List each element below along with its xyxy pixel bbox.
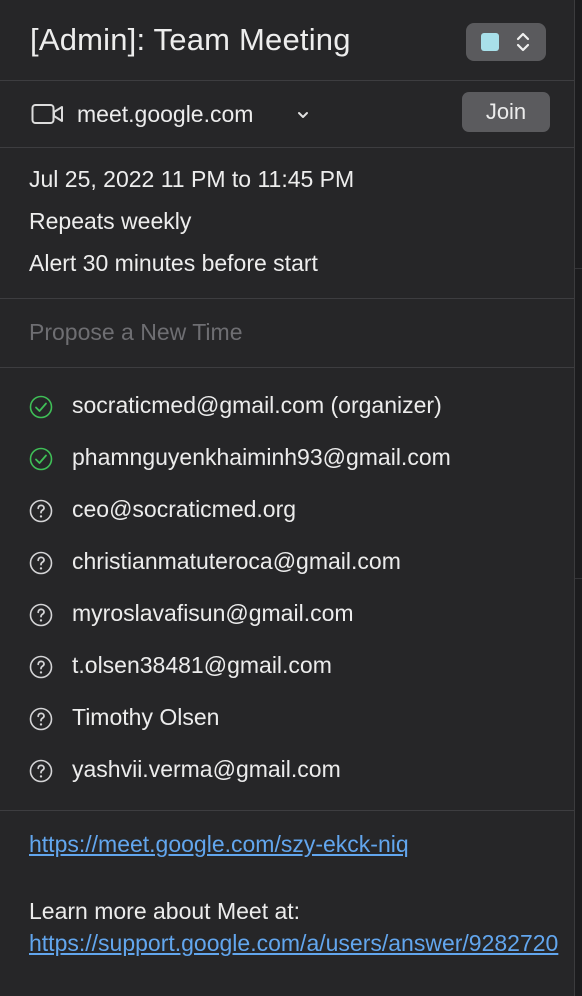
event-details-popover: [Admin]: Team Meeting meet.google.com Jo… [0, 0, 575, 996]
question-mark-icon [29, 707, 53, 731]
learn-more-text: Learn more about Meet at: https://suppor… [29, 895, 558, 959]
propose-section: Propose a New Time [0, 299, 574, 368]
conference-link-dropdown[interactable]: meet.google.com [77, 101, 253, 128]
accepted-checkmark-icon [29, 447, 53, 471]
up-down-chevron-icon [516, 32, 530, 52]
attendee-row[interactable]: socraticmed@gmail.com (organizer) [29, 392, 559, 422]
event-alert: Alert 30 minutes before start [29, 250, 318, 276]
calendar-color-swatch [481, 33, 499, 51]
propose-new-time-button[interactable]: Propose a New Time [29, 319, 242, 346]
attendee-email: socraticmed@gmail.com (organizer) [72, 392, 442, 418]
event-title[interactable]: [Admin]: Team Meeting [30, 22, 351, 58]
attendee-row[interactable]: t.olsen38481@gmail.com [29, 652, 559, 682]
event-repeat: Repeats weekly [29, 208, 192, 234]
background-window-edge [575, 0, 582, 996]
calendar-color-picker[interactable] [466, 23, 546, 61]
background-divider [575, 578, 582, 579]
attendee-row[interactable]: phamnguyenkhaiminh93@gmail.com [29, 444, 559, 474]
attendee-email: phamnguyenkhaiminh93@gmail.com [72, 444, 451, 470]
attendee-row[interactable]: ceo@socraticmed.org [29, 496, 559, 526]
attendee-row[interactable]: christianmatuteroca@gmail.com [29, 548, 559, 578]
attendee-email: christianmatuteroca@gmail.com [72, 548, 401, 574]
support-url-link[interactable]: https://support.google.com/a/users/answe… [29, 930, 558, 956]
attendee-row[interactable]: myroslavafisun@gmail.com [29, 600, 559, 630]
event-datetime: Jul 25, 2022 11 PM to 11:45 PM [29, 166, 355, 192]
join-button[interactable]: Join [462, 92, 550, 132]
attendees-list: socraticmed@gmail.com (organizer) phamngu… [0, 368, 574, 811]
question-mark-icon [29, 551, 53, 575]
attendee-row[interactable]: Timothy Olsen [29, 704, 559, 734]
question-mark-icon [29, 603, 53, 627]
question-mark-icon [29, 759, 53, 783]
event-notes: https://meet.google.com/szy-ekck-niq Lea… [0, 811, 574, 996]
learn-more-prefix: Learn more about Meet at: [29, 898, 301, 924]
background-divider [575, 268, 582, 269]
attendee-email: myroslavafisun@gmail.com [72, 600, 354, 626]
meet-url-link[interactable]: https://meet.google.com/szy-ekck-niq [29, 831, 409, 858]
attendee-row[interactable]: yashvii.verma@gmail.com [29, 756, 559, 786]
accepted-checkmark-icon [29, 395, 53, 419]
video-camera-icon [31, 104, 63, 124]
attendee-email: yashvii.verma@gmail.com [72, 756, 341, 782]
question-mark-icon [29, 499, 53, 523]
conference-row: meet.google.com Join [0, 81, 574, 148]
event-header: [Admin]: Team Meeting [0, 0, 574, 81]
schedule-section[interactable]: Jul 25, 2022 11 PM to 11:45 PM Repeats w… [0, 148, 574, 299]
question-mark-icon [29, 655, 53, 679]
attendee-email: Timothy Olsen [72, 704, 220, 730]
chevron-down-icon[interactable] [297, 111, 309, 119]
attendee-email: ceo@socraticmed.org [72, 496, 297, 522]
attendee-email: t.olsen38481@gmail.com [72, 652, 332, 678]
